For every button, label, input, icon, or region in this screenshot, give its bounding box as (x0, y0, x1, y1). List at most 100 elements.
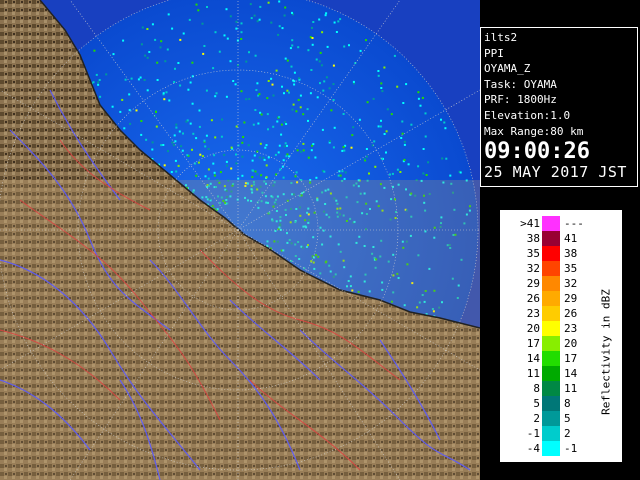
echo-cell (265, 176, 268, 179)
echo-cell (255, 89, 258, 91)
echo-cell (174, 140, 177, 143)
echo-cell (201, 22, 204, 25)
echo-cell (279, 168, 282, 171)
echo-cell (271, 83, 274, 86)
echo-cell (146, 28, 149, 30)
echo-cell (188, 18, 191, 21)
info-panel: ilts2 PPI OYAMA_Z Task: OYAMA PRF: 1800H… (480, 27, 638, 187)
echo-cell (449, 174, 452, 177)
echo-cell (366, 101, 369, 104)
echo-cell (159, 46, 162, 49)
echo-cell (329, 140, 331, 143)
echo-cell (168, 99, 171, 102)
echo-cell (111, 105, 114, 108)
echo-cell (265, 164, 268, 167)
echo-cell (315, 58, 318, 61)
legend-color-swatch (542, 381, 560, 396)
echo-cell (219, 171, 222, 174)
echo-cell (440, 118, 442, 121)
echo-cell (256, 173, 259, 176)
echo-cell (229, 60, 232, 63)
echo-cell (326, 45, 329, 48)
echo-cell (291, 11, 293, 14)
echo-cell (263, 158, 266, 161)
echo-cell (162, 144, 165, 146)
echo-cell (270, 21, 273, 24)
echo-cell (206, 6, 208, 8)
echo-cell (260, 174, 263, 177)
echo-cell (97, 81, 100, 84)
echo-cell (283, 92, 285, 95)
echo-cell (97, 83, 100, 86)
echo-cell (368, 172, 370, 175)
info-date: 25 MAY 2017 JST (484, 163, 627, 182)
echo-cell (295, 171, 298, 174)
echo-cell (160, 144, 163, 147)
echo-cell (225, 95, 228, 98)
echo-cell (146, 89, 149, 92)
echo-cell (274, 153, 277, 156)
echo-cell (278, 0, 281, 3)
echo-cell (365, 148, 368, 150)
echo-cell (165, 91, 168, 94)
echo-cell (441, 157, 444, 160)
echo-cell (278, 144, 281, 147)
echo-cell (379, 125, 382, 128)
echo-cell (240, 38, 243, 40)
legend-upper-bound: -1 (564, 442, 578, 455)
echo-cell (322, 89, 325, 92)
echo-cell (174, 67, 176, 70)
echo-cell (137, 78, 140, 81)
echo-cell (282, 159, 285, 162)
legend-upper-bound: 23 (564, 322, 578, 335)
echo-cell (143, 79, 146, 81)
echo-cell (319, 82, 321, 85)
echo-cell (162, 92, 165, 95)
echo-cell (259, 5, 262, 8)
echo-cell (177, 62, 180, 64)
legend-lower-bound: >41 (520, 217, 540, 230)
echo-cell (272, 125, 275, 128)
echo-cell (192, 132, 195, 135)
echo-cell (389, 173, 391, 176)
legend-title: Reflectivity in dBZ (599, 289, 613, 415)
echo-cell (240, 31, 243, 34)
echo-cell (290, 65, 293, 68)
echo-cell (241, 174, 244, 177)
legend-color-swatch (542, 216, 560, 231)
echo-cell (386, 108, 389, 111)
echo-cell (341, 170, 344, 173)
echo-cell (182, 132, 184, 135)
echo-cell (403, 158, 406, 161)
echo-cell (197, 161, 200, 164)
echo-cell (254, 170, 257, 173)
legend-color-swatch (542, 411, 560, 426)
legend-color-swatch (542, 276, 560, 291)
echo-cell (298, 77, 300, 80)
echo-cell (302, 142, 305, 145)
echo-cell (396, 168, 399, 171)
echo-cell (226, 37, 229, 40)
echo-cell (175, 170, 178, 173)
echo-cell (403, 140, 406, 143)
echo-cell (365, 39, 367, 42)
echo-cell (245, 60, 248, 63)
echo-cell (365, 155, 368, 158)
echo-cell (156, 61, 159, 64)
echo-cell (282, 176, 285, 179)
echo-cell (155, 125, 158, 128)
echo-cell (172, 144, 175, 147)
echo-cell (195, 3, 198, 6)
echo-cell (319, 51, 322, 54)
echo-cell (129, 122, 132, 125)
echo-cell (141, 26, 144, 29)
echo-cell (351, 134, 354, 137)
echo-cell (251, 176, 254, 178)
echo-cell (128, 109, 131, 112)
echo-cell (280, 123, 283, 126)
echo-cell (285, 155, 288, 158)
echo-cell (335, 31, 338, 33)
echo-cell (311, 26, 313, 29)
echo-cell (92, 81, 95, 84)
echo-cell (267, 128, 269, 131)
